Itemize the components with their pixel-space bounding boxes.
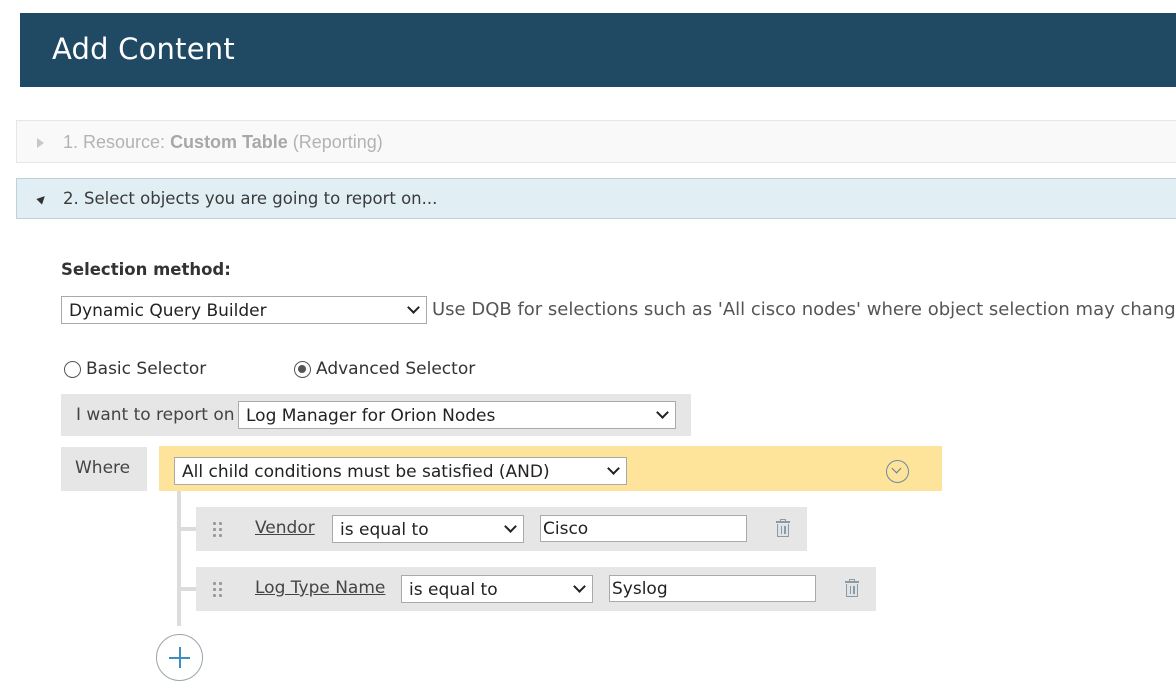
rule-operator-value: is equal to [340,520,429,540]
drag-handle-icon[interactable] [211,521,223,537]
selection-method-label: Selection method: [61,260,231,279]
delete-rule-icon[interactable] [844,579,860,599]
rule-operator-select[interactable]: is equal to [401,575,593,603]
chevron-down-icon [573,580,586,593]
condition-rule-row: Log Type Name is equal to Syslog [196,567,876,611]
selection-method-select[interactable]: Dynamic Query Builder [61,296,427,324]
basic-selector-radio[interactable] [64,361,81,378]
rule-value-input[interactable]: Cisco [540,515,747,542]
rule-operator-value: is equal to [409,580,498,600]
tree-connector-line [177,491,181,626]
expand-arrow-icon[interactable] [37,138,44,148]
selection-method-value: Dynamic Query Builder [69,301,267,321]
page-title: Add Content [52,32,235,66]
step-select-objects-title: 2. Select objects you are going to repor… [63,189,438,208]
where-block: Where [61,447,147,491]
basic-selector-label[interactable]: Basic Selector [86,359,206,379]
report-on-value: Log Manager for Orion Nodes [246,406,496,426]
tree-branch [181,527,196,531]
report-on-row: I want to report on Log Manager for Orio… [61,394,691,436]
chevron-down-icon [407,301,420,314]
group-options-toggle[interactable] [886,460,909,483]
step-resource-panel[interactable]: 1. Resource: Custom Table (Reporting) [16,120,1176,163]
rule-operator-select[interactable]: is equal to [332,515,524,543]
chevron-down-icon [891,463,902,474]
step-resource-suffix: (Reporting) [292,132,383,152]
condition-logic-select[interactable]: All child conditions must be satisfied (… [174,457,627,485]
step-resource-prefix: 1. Resource: [63,132,171,152]
tree-branch [181,587,196,591]
add-condition-button[interactable] [156,634,203,681]
report-on-label: I want to report on [76,405,235,425]
step-resource-title: 1. Resource: Custom Table (Reporting) [63,132,383,153]
chevron-down-icon [504,520,517,533]
chevron-down-icon [607,462,620,475]
condition-rule-row: Vendor is equal to Cisco [196,507,807,551]
delete-rule-icon[interactable] [775,519,791,539]
rule-value-input[interactable]: Syslog [609,575,816,602]
advanced-selector-radio[interactable] [294,361,311,378]
rule-field-link[interactable]: Vendor [255,518,315,538]
step-resource-name: Custom Table [170,132,288,152]
step-select-objects-panel[interactable]: 2. Select objects you are going to repor… [16,178,1176,219]
page-header: Add Content [20,13,1176,87]
selection-method-hint: Use DQB for selections such as 'All cisc… [432,299,1176,320]
collapse-arrow-icon[interactable] [36,193,48,205]
chevron-down-icon [656,406,669,419]
report-on-select[interactable]: Log Manager for Orion Nodes [238,401,676,429]
rule-field-link[interactable]: Log Type Name [255,578,385,598]
advanced-selector-label[interactable]: Advanced Selector [316,359,475,379]
condition-logic-value: All child conditions must be satisfied (… [182,462,550,482]
condition-group-header: All child conditions must be satisfied (… [159,446,942,491]
where-label: Where [75,458,131,478]
drag-handle-icon[interactable] [211,581,223,597]
